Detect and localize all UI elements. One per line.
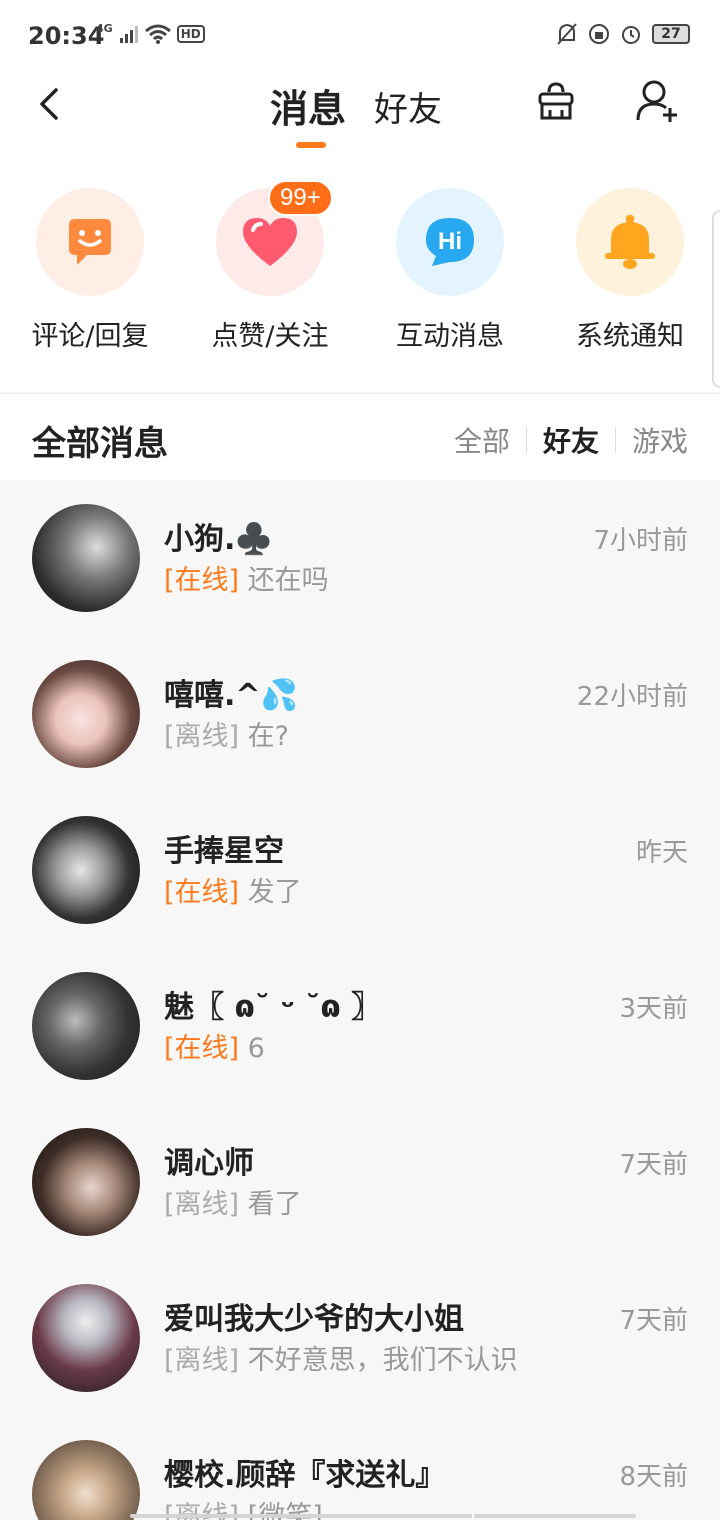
avatar[interactable]: [32, 1284, 140, 1392]
back-icon[interactable]: [30, 84, 70, 124]
last-message: 不好意思，我们不认识: [247, 1345, 518, 1376]
message-time: 7天前: [619, 1306, 688, 1336]
contact-name: 嘻嘻.^💦: [164, 678, 298, 713]
wifi-icon: [144, 24, 171, 44]
entry-label: 评论/回复: [31, 321, 149, 352]
alarm-icon: [622, 26, 640, 44]
unread-badge: 99+: [268, 180, 333, 216]
avatar[interactable]: [32, 816, 140, 924]
message-preview: [离线] 不好意思，我们不认识: [164, 1338, 518, 1377]
conversation-row[interactable]: 爱叫我大少爷的大小姐 [离线] 不好意思，我们不认识 7天前: [0, 1260, 720, 1416]
offline-status: [离线]: [164, 1189, 240, 1220]
side-drawer-handle[interactable]: [712, 210, 720, 388]
contact-name: 魅〖 ɷ˘ ᵕ ˘ɷ 〗: [164, 990, 382, 1025]
hi-text: Hi: [438, 228, 462, 255]
conversation-row[interactable]: 调心师 [离线] 看了 7天前: [0, 1104, 720, 1260]
offline-status: [离线]: [164, 721, 240, 752]
smile-chat-icon: [69, 219, 111, 265]
filter-all[interactable]: 全部: [438, 420, 526, 460]
avatar[interactable]: [32, 972, 140, 1080]
last-message: 还在吗: [247, 565, 329, 596]
section-title: 全部消息: [32, 424, 168, 464]
entry-label: 互动消息: [396, 321, 504, 352]
bell-icon: [605, 215, 655, 269]
filter-games[interactable]: 游戏: [616, 420, 688, 460]
avatar[interactable]: [32, 1440, 140, 1520]
last-message: 在?: [247, 721, 290, 752]
online-status: [在线]: [164, 877, 240, 908]
conversation-row[interactable]: 魅〖 ɷ˘ ᵕ ˘ɷ 〗 [在线] 6 3天前: [0, 948, 720, 1104]
online-status: [在线]: [164, 1033, 240, 1064]
mute-bell-icon: [557, 23, 577, 45]
message-time: 22小时前: [576, 682, 688, 712]
interactions-icon-bg: Hi: [396, 188, 504, 296]
home-indicator-divider: [472, 1512, 474, 1520]
conversation-row[interactable]: 嘻嘻.^💦 [离线] 在? 22小时前: [0, 636, 720, 792]
message-preview: [离线] 看了: [164, 1182, 302, 1221]
status-right-icons: 27: [556, 22, 690, 46]
heart-icon: [243, 218, 297, 266]
message-time: 7天前: [619, 1150, 688, 1180]
comments-icon-bg: [36, 188, 144, 296]
conversation-row[interactable]: 樱校.顾辞『求送礼』 [离线] [微笑] 8天前: [0, 1416, 720, 1520]
last-message: 看了: [247, 1189, 302, 1220]
contact-name: 小狗.♣️: [164, 522, 273, 557]
entry-label: 系统通知: [576, 321, 684, 352]
entry-likes-follows[interactable]: 99+ 点赞/关注: [190, 180, 350, 353]
battery-indicator: 27: [652, 24, 690, 44]
contact-name: 调心师: [164, 1146, 254, 1181]
conversation-row[interactable]: 手捧星空 [在线] 发了 昨天: [0, 792, 720, 948]
conversation-row[interactable]: 小狗.♣️ [在线] 还在吗 7小时前: [0, 480, 720, 636]
home-indicator[interactable]: [130, 1514, 636, 1518]
tab-friends[interactable]: 好友: [374, 82, 442, 131]
status-bar: 20:34 4G HD 27: [0, 0, 720, 76]
status-left-icons: 4G HD: [96, 21, 205, 44]
network-type: 4G: [96, 21, 113, 35]
offline-status: [离线]: [164, 1345, 240, 1376]
status-time: 20:34: [28, 22, 105, 50]
signal-icon: [119, 26, 138, 43]
clear-unread-icon[interactable]: [534, 80, 578, 124]
message-preview: [离线] 在?: [164, 714, 289, 753]
quick-entry-bar: 评论/回复 99+ 点赞/关注 Hi 互动消息 系统通知: [0, 162, 720, 392]
contact-name: 手捧星空: [164, 834, 284, 869]
message-time: 3天前: [619, 994, 688, 1024]
message-preview: [在线] 6: [164, 1026, 265, 1065]
entry-label: 点赞/关注: [211, 321, 329, 352]
rotation-lock-icon: [589, 24, 609, 44]
entry-system-notice[interactable]: 系统通知: [550, 188, 710, 353]
message-time: 8天前: [619, 1462, 688, 1492]
avatar[interactable]: [32, 1128, 140, 1236]
filter-friends[interactable]: 好友: [527, 420, 615, 460]
avatar[interactable]: [32, 504, 140, 612]
last-message: 6: [247, 1033, 265, 1064]
hi-chat-icon: Hi: [426, 218, 474, 266]
message-preview: [在线] 发了: [164, 870, 302, 909]
message-time: 7小时前: [593, 526, 688, 556]
entry-interactions[interactable]: Hi 互动消息: [370, 188, 530, 353]
online-status: [在线]: [164, 565, 240, 596]
conversation-list: 小狗.♣️ [在线] 还在吗 7小时前 嘻嘻.^💦 [离线] 在? 22小时前 …: [0, 480, 720, 1520]
tab-messages[interactable]: 消息: [270, 78, 346, 133]
message-time: 昨天: [635, 838, 688, 868]
active-tab-indicator: [296, 142, 326, 148]
likes-icon-bg: 99+: [216, 180, 333, 296]
last-message: 发了: [247, 877, 302, 908]
contact-name: 爱叫我大少爷的大小姐: [164, 1302, 464, 1337]
top-nav: 消息 好友: [0, 76, 720, 162]
hd-call-icon: HD: [176, 25, 205, 43]
message-filter: 全部 好友 游戏: [438, 420, 688, 460]
notice-icon-bg: [576, 188, 684, 296]
message-section-header: 全部消息 全部 好友 游戏: [0, 393, 720, 480]
contact-name: 樱校.顾辞『求送礼』: [164, 1458, 446, 1493]
entry-comments-replies[interactable]: 评论/回复: [10, 188, 170, 353]
avatar[interactable]: [32, 660, 140, 768]
message-preview: [在线] 还在吗: [164, 558, 329, 597]
add-friend-icon[interactable]: [634, 78, 680, 124]
